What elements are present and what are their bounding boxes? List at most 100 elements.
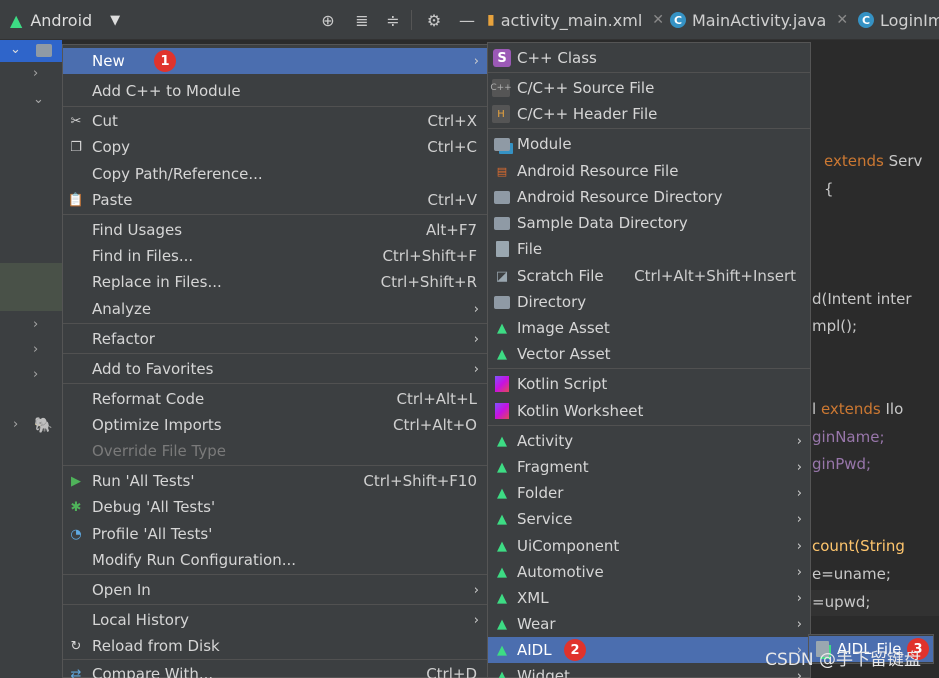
tab-login-impl[interactable]: C LoginIm <box>858 0 939 40</box>
cpp-header-icon: H <box>492 105 510 123</box>
menu-item-debug-all-tests[interactable]: ✱ Debug 'All Tests' <box>63 494 487 520</box>
menu-item-add-to-favorites[interactable]: Add to Favorites › <box>63 356 487 382</box>
menu-item-copy[interactable]: ❐ Copy Ctrl+C <box>63 134 487 160</box>
menu-separator <box>488 128 810 129</box>
menu-item-add-cpp[interactable]: Add C++ to Module <box>63 78 487 104</box>
menu-item-aidl[interactable]: ▲ AIDL 2 › <box>488 637 810 663</box>
menu-item-modify-run-config[interactable]: Modify Run Configuration... <box>63 547 487 573</box>
menu-item-refactor[interactable]: Refactor › <box>63 326 487 352</box>
menu-item-image-asset[interactable]: ▲ Image Asset <box>488 315 810 341</box>
code-line: =upwd; <box>812 593 871 611</box>
menu-separator <box>63 604 487 605</box>
menu-item-wear[interactable]: ▲ Wear › <box>488 611 810 637</box>
menu-item-paste[interactable]: 📋 Paste Ctrl+V <box>63 187 487 213</box>
run-icon: ▶ <box>71 473 81 489</box>
menu-item-cut[interactable]: ✂ Cut Ctrl+X <box>63 108 487 134</box>
android-icon: ▲ <box>497 459 507 475</box>
menu-item-reload-from-disk[interactable]: ↻ Reload from Disk <box>63 633 487 659</box>
tab-label: activity_main.xml <box>500 10 643 30</box>
menu-item-local-history[interactable]: Local History › <box>63 607 487 633</box>
folder-icon <box>493 293 511 311</box>
menu-item-reformat-code[interactable]: Reformat Code Ctrl+Alt+L <box>63 386 487 412</box>
menu-separator <box>63 574 487 575</box>
folder-icon <box>493 188 511 206</box>
menu-item-fragment[interactable]: ▲ Fragment › <box>488 454 810 480</box>
menu-item-directory[interactable]: Directory <box>488 289 810 315</box>
menu-item-new[interactable]: New 1 › <box>63 48 487 74</box>
chevron-right-icon[interactable]: › <box>33 342 38 357</box>
copy-icon: ❐ <box>70 139 82 155</box>
menu-separator <box>63 214 487 215</box>
chevron-right-icon[interactable]: › <box>33 317 38 332</box>
menu-item-find-usages[interactable]: Find Usages Alt+F7 <box>63 217 487 243</box>
menu-item-open-in[interactable]: Open In › <box>63 577 487 603</box>
menu-item-profile-all-tests[interactable]: ◔ Profile 'All Tests' <box>63 521 487 547</box>
scratch-icon: ◪ <box>495 268 509 284</box>
chevron-right-icon: › <box>473 331 479 347</box>
menu-item-copy-path[interactable]: Copy Path/Reference... <box>63 161 487 187</box>
expand-all-icon[interactable]: ≣ <box>350 8 374 32</box>
project-tree[interactable] <box>0 40 62 678</box>
close-icon[interactable]: ✕ <box>652 12 664 28</box>
hide-icon[interactable]: — <box>455 8 479 32</box>
menu-item-kotlin-script[interactable]: Kotlin Script <box>488 371 810 397</box>
menu-item-sample-data-dir[interactable]: Sample Data Directory <box>488 210 810 236</box>
menu-item-module[interactable]: Module <box>488 131 810 157</box>
android-icon: ▲ <box>497 616 507 632</box>
menu-item-run-all-tests[interactable]: ▶ Run 'All Tests' Ctrl+Shift+F10 <box>63 468 487 494</box>
menu-item-find-in-files[interactable]: Find in Files... Ctrl+Shift+F <box>63 243 487 269</box>
menu-item-optimize-imports[interactable]: Optimize Imports Ctrl+Alt+O <box>63 412 487 438</box>
chevron-down-icon[interactable]: ⌄ <box>10 42 21 57</box>
menu-item-file[interactable]: File <box>488 236 810 262</box>
chevron-right-icon: › <box>796 538 802 554</box>
android-icon: ▲ <box>497 511 507 527</box>
project-view-selector[interactable]: ▲ Android ▼ <box>10 0 120 40</box>
s-icon: S <box>493 49 511 67</box>
menu-item-activity[interactable]: ▲ Activity › <box>488 428 810 454</box>
menu-item-folder[interactable]: ▲ Folder › <box>488 480 810 506</box>
menu-item-cpp-class[interactable]: S C++ Class <box>488 45 810 71</box>
cpp-source-icon: C++ <box>490 79 512 97</box>
android-icon: ▲ <box>497 346 507 362</box>
file-icon <box>493 240 511 258</box>
menu-item-android-resource-file[interactable]: ▤ Android Resource File <box>488 158 810 184</box>
chevron-right-icon[interactable]: › <box>33 66 38 81</box>
menu-separator <box>63 353 487 354</box>
close-icon[interactable]: ✕ <box>836 12 848 28</box>
menu-item-compare-with[interactable]: ⇄ Compare With... Ctrl+D <box>63 661 487 678</box>
code-line: mpl(); <box>812 317 858 335</box>
menu-item-uicomponent[interactable]: ▲ UiComponent › <box>488 533 810 559</box>
menu-item-kotlin-worksheet[interactable]: Kotlin Worksheet <box>488 398 810 424</box>
menu-item-android-resource-dir[interactable]: Android Resource Directory <box>488 184 810 210</box>
chevron-right-icon[interactable]: › <box>33 367 38 382</box>
collapse-all-icon[interactable]: ≑ <box>381 8 405 32</box>
tab-label: MainActivity.java <box>692 10 827 30</box>
android-icon: ▲ <box>497 564 507 580</box>
menu-item-service[interactable]: ▲ Service › <box>488 506 810 532</box>
gear-icon[interactable]: ⚙ <box>422 8 446 32</box>
locate-icon[interactable]: ⊕ <box>316 8 340 32</box>
chevron-right-icon: › <box>473 582 479 598</box>
project-view-label: Android <box>30 10 93 30</box>
tab-activity-main[interactable]: ▮ activity_main.xml ✕ <box>487 0 664 40</box>
chevron-right-icon[interactable]: › <box>13 417 18 432</box>
menu-item-widget[interactable]: ▲ Widget › <box>488 663 810 678</box>
context-menu: New 1 › Add C++ to Module ✂ Cut Ctrl+X ❐… <box>62 44 488 678</box>
code-line: count(String <box>812 537 905 555</box>
tab-main-activity[interactable]: C MainActivity.java ✕ <box>670 0 848 40</box>
menu-item-analyze[interactable]: Analyze › <box>63 296 487 322</box>
menu-separator <box>63 323 487 324</box>
menu-item-xml[interactable]: ▲ XML › <box>488 585 810 611</box>
chevron-down-icon[interactable]: ⌄ <box>33 92 44 107</box>
debug-icon: ✱ <box>70 499 82 515</box>
menu-item-cpp-header[interactable]: H C/C++ Header File <box>488 101 810 127</box>
code-line: ginName; <box>812 428 885 446</box>
menu-item-replace-in-files[interactable]: Replace in Files... Ctrl+Shift+R <box>63 269 487 295</box>
menu-item-cpp-source[interactable]: C++ C/C++ Source File <box>488 75 810 101</box>
menu-item-vector-asset[interactable]: ▲ Vector Asset <box>488 341 810 367</box>
step-badge: 1 <box>154 50 176 72</box>
chevron-right-icon: › <box>796 459 802 475</box>
toolbar: ▲ Android ▼ ⊕ ≣ ≑ ⚙ — ▮ activity_main.xm… <box>0 0 939 40</box>
menu-item-automotive[interactable]: ▲ Automotive › <box>488 559 810 585</box>
menu-item-scratch-file[interactable]: ◪ Scratch File Ctrl+Alt+Shift+Insert <box>488 263 810 289</box>
